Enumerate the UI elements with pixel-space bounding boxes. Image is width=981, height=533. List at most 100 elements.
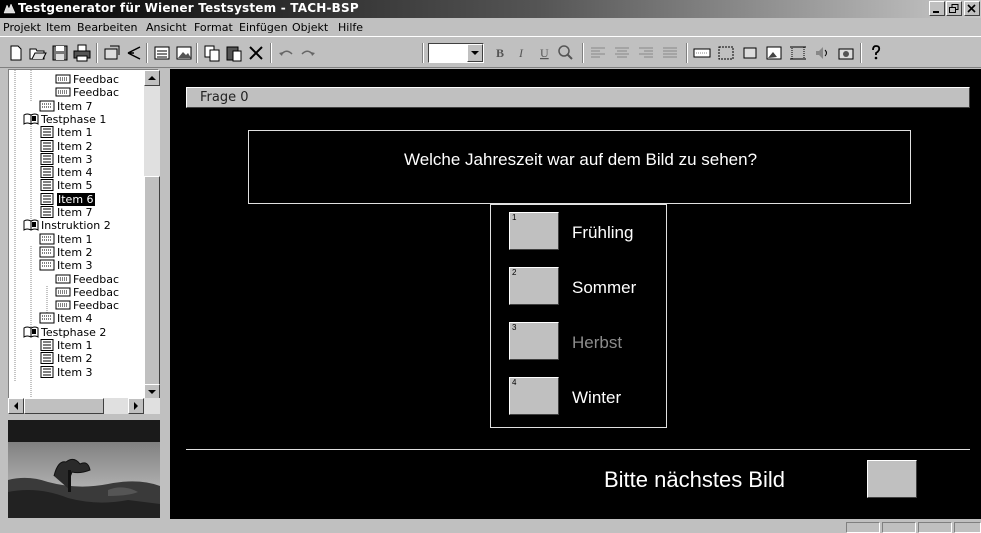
tree-node[interactable]: Item 3 [9,259,157,272]
menu-objekt[interactable]: Objekt [292,21,328,34]
hscroll-thumb[interactable] [24,398,104,414]
tree-node[interactable]: Testphase 2 [9,326,157,339]
question-box[interactable]: Welche Jahreszeit war auf dem Bild zu se… [248,130,911,204]
bold-button[interactable]: B [490,43,510,63]
restore-icon [949,4,959,13]
tree-node-label: Feedbac [73,299,120,313]
help-button[interactable] [866,43,886,63]
tree-node[interactable]: Item 6 [9,192,157,206]
item-icon [39,259,55,271]
scroll-thumb[interactable] [144,176,160,386]
undo-button[interactable] [276,43,296,63]
tree-vertical-scrollbar[interactable] [144,70,160,400]
properties-button[interactable] [102,43,122,63]
item-icon [39,100,55,112]
tree-node[interactable]: Item 2 [9,352,157,365]
textfield-button[interactable] [692,43,712,63]
save-button[interactable] [50,43,70,63]
picture-button[interactable] [764,43,784,63]
project-tree[interactable]: Feedbac Feedbac Item 7 Testphase 1 Item 1 Ite… [8,69,158,399]
picture-icon [766,46,782,60]
align-left-button[interactable] [588,43,608,63]
tree-node[interactable]: Item 4 [9,312,157,325]
tree-node[interactable]: Item 4 [9,166,157,179]
menu-einfuegen[interactable]: Einfügen [239,21,288,34]
paste-button[interactable] [224,43,244,63]
open-button[interactable] [28,43,48,63]
justify-button[interactable] [660,43,680,63]
delete-button[interactable] [246,43,266,63]
item-icon [39,246,55,258]
item-icon [39,312,55,324]
button-tool-button[interactable] [740,43,760,63]
menu-format[interactable]: Format [194,21,233,34]
print-button[interactable] [72,43,92,63]
status-bar [0,519,981,533]
answer-button-3[interactable]: 3 [509,322,559,360]
font-size-select[interactable] [428,43,484,63]
menu-hilfe[interactable]: Hilfe [338,21,363,34]
object-button[interactable] [788,43,808,63]
tree-node-label: Item 7 [57,99,93,113]
align-left-icon [591,47,605,58]
answer-button-2[interactable]: 2 [509,267,559,305]
new-button[interactable] [6,43,26,63]
answer-button-1[interactable]: 1 [509,212,559,250]
frame-button[interactable] [716,43,736,63]
tree-node[interactable]: Feedbac [9,286,157,299]
next-image-button[interactable] [867,460,917,498]
sound-button[interactable] [812,43,832,63]
tree-node-label: Feedbac [73,285,120,299]
tree-node[interactable]: Feedbac [9,73,157,86]
tree-node[interactable]: Feedbac [9,273,157,286]
tree-node[interactable]: Item 2 [9,139,157,153]
answer-button-4[interactable]: 4 [509,377,559,415]
menu-ansicht[interactable]: Ansicht [146,21,187,34]
align-right-button[interactable] [636,43,656,63]
dropdown-button[interactable] [467,44,483,62]
pointer-button[interactable] [124,43,144,63]
tree-node[interactable]: Testphase 1 [9,113,157,126]
copy-button[interactable] [202,43,222,63]
scroll-right-button[interactable] [128,398,144,414]
chevron-left-icon [14,402,18,410]
align-center-button[interactable] [612,43,632,63]
tree-node[interactable]: Item 1 [9,126,157,139]
italic-button[interactable]: I [512,43,532,63]
close-button[interactable] [964,1,980,16]
answer-number: 4 [512,378,517,387]
video-button[interactable] [836,43,856,63]
tree-node[interactable]: Instruktion 2 [9,219,157,232]
menu-projekt[interactable]: Projekt [3,21,41,34]
scroll-up-button[interactable] [144,70,160,86]
svg-text:U: U [540,46,549,60]
answer-label-2: Sommer [572,278,637,297]
tree-node[interactable]: Item 2 [9,246,157,259]
answer-label-1: Frühling [572,223,634,242]
scroll-left-button[interactable] [8,398,24,414]
list-item-icon [39,365,55,378]
tree-node[interactable]: Item 7 [9,206,157,219]
tree-node[interactable]: Item 5 [9,179,157,192]
restore-button[interactable] [946,1,962,16]
tree-node[interactable]: Item 7 [9,100,157,113]
menu-bearbeiten[interactable]: Bearbeiten [77,21,137,34]
zoom-button[interactable] [556,43,576,63]
tree-horizontal-scrollbar[interactable] [8,398,160,414]
tree-node[interactable]: Item 3 [9,152,157,166]
tree-node[interactable]: Item 1 [9,233,157,246]
tree-node[interactable]: Feedbac [9,299,157,312]
tree-node-label: Item 1 [57,232,93,246]
menu-item[interactable]: Item [46,21,71,34]
sound-icon [816,47,827,59]
list-button[interactable] [152,43,172,63]
minimize-icon [933,11,939,13]
underline-button[interactable]: U [534,43,554,63]
tree-node[interactable]: Item 3 [9,365,157,379]
tree-node[interactable]: Feedbac [9,86,157,99]
tree-node-label: Item 1 [57,339,93,352]
image-button[interactable] [174,43,194,63]
redo-button[interactable] [298,43,318,63]
tree-node[interactable]: Item 1 [9,339,157,352]
minimize-button[interactable] [929,1,945,16]
